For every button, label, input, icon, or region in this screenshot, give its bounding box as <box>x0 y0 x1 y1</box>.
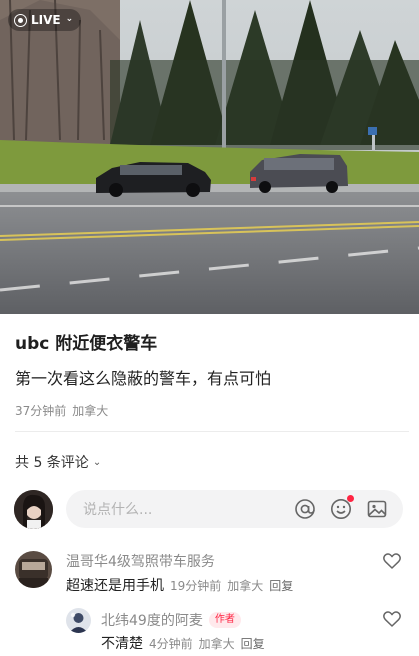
avatar-image <box>66 608 91 633</box>
chevron-down-icon: ⌄ <box>65 14 74 24</box>
comment-count-label: 共 5 条评论 <box>15 455 89 471</box>
post-photo[interactable]: LIVE ⌄ <box>0 0 419 314</box>
chevron-down-icon: ⌄ <box>92 456 102 468</box>
divider <box>15 431 409 432</box>
input-actions <box>293 495 389 521</box>
notification-dot <box>347 495 354 502</box>
like-icon[interactable] <box>382 609 402 629</box>
post-body: 第一次看这么隐蔽的警车，有点可怕 <box>15 369 272 388</box>
comment-text: 不清楚 <box>101 636 143 652</box>
reply-button[interactable]: 回复 <box>269 577 293 594</box>
post-time: 37分钟前 <box>15 404 67 418</box>
live-label: LIVE <box>31 13 61 27</box>
comment-time: 19分钟前 <box>170 579 222 593</box>
comment-location: 加拿大 <box>198 637 235 651</box>
comment-text: 超速还是用手机 <box>66 578 164 594</box>
image-icon[interactable] <box>365 497 389 521</box>
at-icon[interactable] <box>293 497 317 521</box>
comment-username-text: 温哥华4级驾照带车服务 <box>66 554 215 570</box>
post-meta: 37分钟前 加拿大 <box>15 402 108 419</box>
like-icon[interactable] <box>382 551 402 571</box>
comment-input-placeholder: 说点什么... <box>83 502 153 518</box>
comment-location: 加拿大 <box>227 579 264 593</box>
comment-username[interactable]: 北纬49度的阿麦 作者 <box>101 610 241 630</box>
live-icon <box>14 13 27 27</box>
comment-username[interactable]: 温哥华4级驾照带车服务 <box>66 551 215 571</box>
avatar-image <box>14 490 53 529</box>
commenter-avatar[interactable] <box>66 608 91 633</box>
reply-button[interactable]: 回复 <box>241 635 265 652</box>
comment-username-text: 北纬49度的阿麦 <box>101 613 203 629</box>
post-title: ubc 附近便衣警车 <box>15 334 158 354</box>
comment-content[interactable]: 不清楚 4分钟前 加拿大 回复 <box>101 633 265 653</box>
comment-time: 4分钟前 <box>149 637 193 651</box>
commenter-avatar[interactable] <box>15 551 52 588</box>
live-photo-badge[interactable]: LIVE ⌄ <box>8 9 82 31</box>
avatar-image <box>15 551 52 588</box>
my-avatar[interactable] <box>14 490 53 529</box>
comment-count-sort[interactable]: 共 5 条评论 ⌄ <box>15 452 101 472</box>
emoji-icon[interactable] <box>329 495 354 521</box>
author-badge: 作者 <box>208 612 241 628</box>
street-scene-image <box>0 0 419 314</box>
comment-content[interactable]: 超速还是用手机 19分钟前 加拿大 回复 <box>66 575 293 595</box>
post-location: 加拿大 <box>72 404 109 418</box>
comment-input[interactable]: 说点什么... <box>66 490 403 528</box>
